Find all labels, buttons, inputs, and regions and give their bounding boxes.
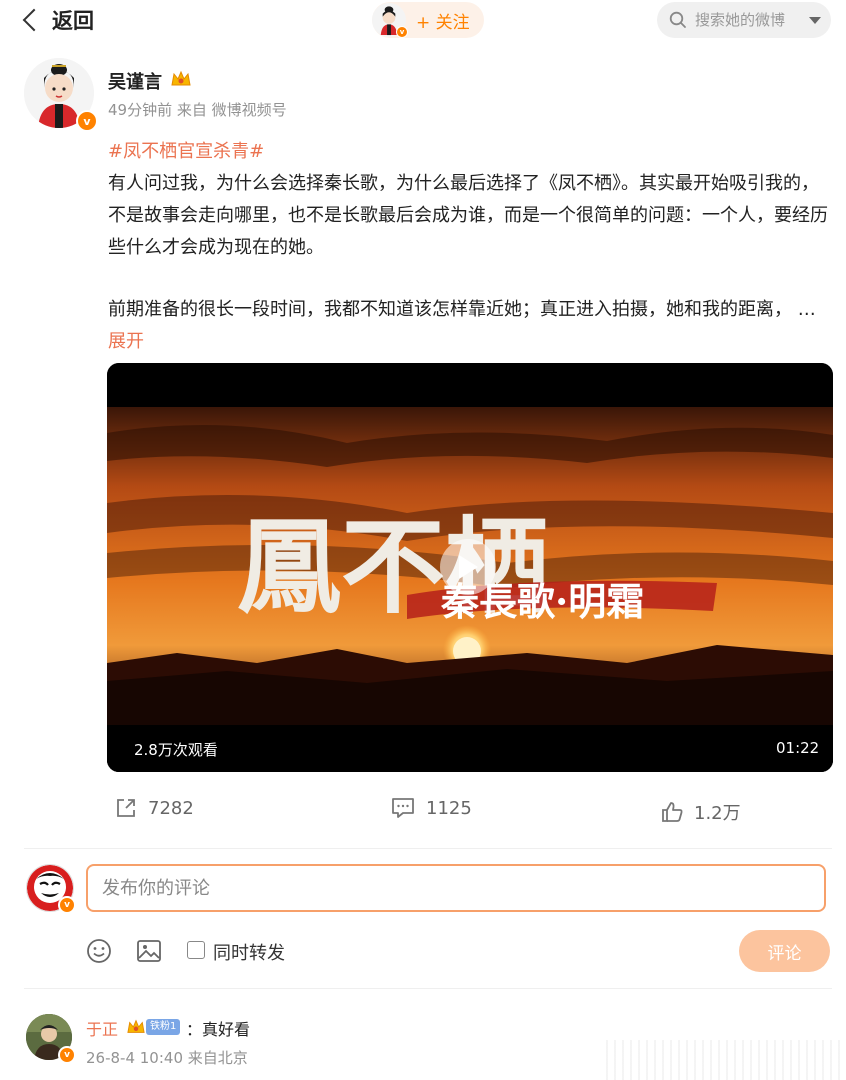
back-label: 返回 [52,9,94,33]
play-button[interactable] [440,539,496,595]
back-button[interactable]: 返回 [18,4,94,36]
bottom-fade-overlay [600,1040,846,1080]
submit-comment-button[interactable]: 评论 [739,930,830,972]
chevron-left-icon [22,8,46,32]
play-icon [459,555,478,579]
image-icon[interactable] [136,938,162,964]
verified-badge-icon: v [76,110,98,132]
repost-checkbox[interactable] [187,941,205,959]
comment-count: 1125 [426,797,472,819]
post-paragraph: 有人问过我，为什么会选择秦长歌，为什么最后选择了《凤不栖》。其实最开始吸引我的，… [108,173,828,258]
repost-button[interactable]: 7282 [114,796,194,820]
emoji-icon[interactable] [86,938,112,964]
post-body: #凤不栖官宣杀青# 有人问过我，为什么会选择秦长歌，为什么最后选择了《凤不栖》。… [108,136,828,358]
post-time: 49分钟前 [108,101,173,119]
thumbs-up-icon [662,802,683,822]
search-box[interactable] [657,2,831,38]
like-count: 1.2万 [694,803,741,824]
comment-icon [392,798,414,818]
verified-badge-icon: v [58,896,76,914]
hashtag-link[interactable]: #凤不栖官宣杀青# [108,141,264,162]
author-name[interactable]: 吴谨言 [108,68,162,94]
repost-checkbox-label[interactable]: 同时转发 [213,939,285,965]
post-source: 来自 微博视频号 [176,101,287,119]
search-icon [669,11,686,28]
search-dropdown-icon[interactable] [809,16,821,24]
crown-icon [127,1019,145,1033]
comment-input[interactable] [86,864,826,912]
follow-button[interactable]: v + 关注 [372,2,484,38]
post-paragraph: 前期准备的很长一段时间，我都不知道该怎样靠近她；真正进入拍摄，她和我的距离， [108,299,792,320]
ellipsis: … [792,299,816,320]
like-button[interactable]: 1.2万 [660,799,741,825]
comment-text: ：真好看 [186,1020,251,1039]
follow-label: + 关注 [416,12,470,33]
commenter-name[interactable]: 于正 [86,1016,118,1040]
post-meta: 49分钟前 来自 微博视频号 [108,99,287,120]
video-views: 2.8万次观看 [134,741,218,759]
author-mini-avatar: v [372,3,408,38]
crown-icon [171,70,191,86]
search-input[interactable] [693,10,807,30]
divider [24,848,832,849]
comment-button[interactable]: 1125 [390,796,472,820]
share-icon [117,799,135,817]
verified-badge-icon: v [58,1046,76,1064]
video-duration: 01:22 [776,739,820,757]
verified-badge-icon: v [396,26,408,38]
fan-badge: 铁粉1 [146,1019,181,1035]
divider [24,988,832,989]
repost-count: 7282 [148,797,194,819]
comment-meta: 26-8-4 10:40 来自北京 [86,1049,248,1067]
expand-link[interactable]: 展开 [108,331,144,352]
